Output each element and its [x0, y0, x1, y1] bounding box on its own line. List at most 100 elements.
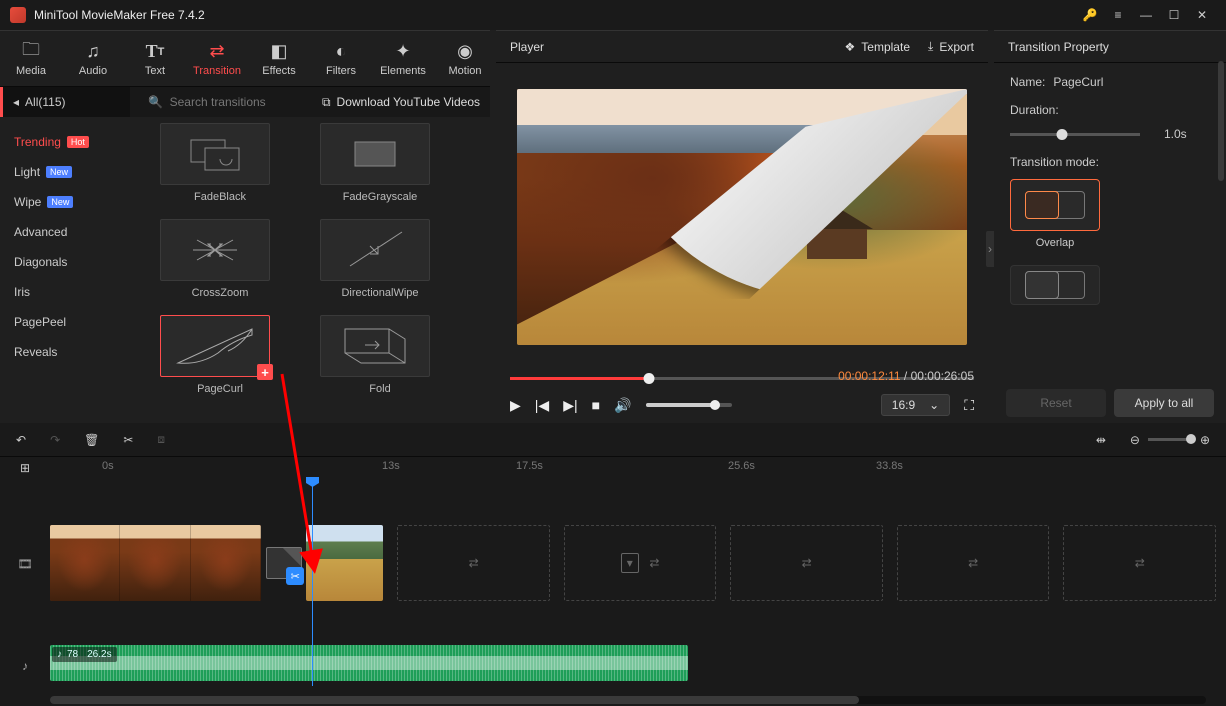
drop-slot-1[interactable]: ⇄ — [397, 525, 550, 601]
transition-fadeblack[interactable]: FadeBlack — [160, 123, 280, 203]
download-icon: ⧉ — [322, 95, 331, 110]
prev-frame-button[interactable]: |◀ — [535, 397, 549, 414]
fadegrayscale-icon — [345, 134, 405, 174]
category-light[interactable]: LightNew — [0, 157, 130, 187]
titlebar: MiniTool MovieMaker Free 7.4.2 🔑 ≡ — ☐ ✕ — [0, 0, 1226, 30]
add-transition-icon[interactable]: + — [257, 364, 273, 380]
template-button[interactable]: ❖Template — [845, 40, 910, 54]
search-input[interactable]: 🔍 Search transitions — [130, 95, 322, 109]
text-icon: TT — [124, 41, 186, 63]
video-clip-1[interactable] — [50, 525, 261, 601]
audio-clip[interactable]: ♪ 78 26.2s — [50, 645, 688, 681]
directionalwipe-icon — [340, 228, 410, 272]
zoom-controls: ⊖ ⊕ — [1130, 433, 1210, 447]
split-badge-icon[interactable]: ✂ — [286, 567, 304, 585]
zoom-slider[interactable] — [1148, 438, 1192, 441]
timeline-scrollbar[interactable] — [50, 696, 1206, 704]
zoom-out-button[interactable]: ⊖ — [1130, 433, 1140, 447]
prop-duration-row: Duration: 1.0s — [1010, 103, 1210, 141]
audio-track-icon: ♪ — [0, 651, 50, 681]
volume-slider[interactable] — [646, 403, 732, 407]
undo-button[interactable]: ↶ — [16, 433, 26, 447]
time-ruler[interactable]: 0s 13s 17.5s 25.6s 33.8s — [100, 457, 1226, 479]
tab-media[interactable]: 🗀Media — [0, 41, 62, 77]
tab-elements[interactable]: ✦Elements — [372, 41, 434, 77]
prop-mode-row: Transition mode: Overlap — [1010, 155, 1210, 305]
aspect-ratio-select[interactable]: 16:9⌄ — [881, 394, 950, 416]
mode-overlap[interactable] — [1010, 179, 1100, 231]
drop-slot-3[interactable]: ⇄ — [730, 525, 883, 601]
volume-icon[interactable]: 🔊 — [614, 397, 631, 414]
category-advanced[interactable]: Advanced — [0, 217, 130, 247]
main-area: 🗀Media ♫Audio TTText ⇄Transition ◧Effect… — [0, 30, 1226, 423]
category-reveals[interactable]: Reveals — [0, 337, 130, 367]
fadeblack-icon — [185, 134, 245, 174]
drop-slot-4[interactable]: ⇄ — [897, 525, 1050, 601]
category-pagepeel[interactable]: PagePeel — [0, 307, 130, 337]
seek-bar[interactable]: 00:00:12:11 / 00:00:26:05 — [510, 369, 974, 387]
template-icon: ❖ — [845, 40, 856, 54]
split-button[interactable]: ✂ — [123, 433, 133, 447]
transition-fadegrayscale[interactable]: FadeGrayscale — [320, 123, 440, 203]
download-videos-link[interactable]: ⧉Download YouTube Videos — [322, 95, 480, 110]
export-icon: ⤓ — [928, 39, 933, 54]
duration-slider[interactable] — [1010, 128, 1140, 140]
audio-track[interactable]: ♪ 78 26.2s — [50, 645, 1216, 685]
reset-button[interactable]: Reset — [1006, 389, 1106, 417]
preview-canvas[interactable] — [517, 89, 967, 345]
mode-alt[interactable] — [1010, 265, 1100, 305]
drop-slot-5[interactable]: ⇄ — [1063, 525, 1216, 601]
crop-button[interactable]: ⧈ — [157, 432, 165, 447]
menu-icon[interactable]: ≡ — [1104, 1, 1132, 29]
drop-slot-2[interactable]: ▾ ⇄ — [564, 525, 717, 601]
close-icon[interactable]: ✕ — [1188, 1, 1216, 29]
transition-slot[interactable]: ✂ — [261, 547, 306, 579]
transition-fold[interactable]: Fold — [320, 315, 440, 395]
add-track-button[interactable]: ⊞ — [0, 457, 50, 479]
video-track[interactable]: ✂ ⇄ ▾ ⇄ ⇄ ⇄ ⇄ — [50, 523, 1216, 603]
maximize-icon[interactable]: ☐ — [1160, 1, 1188, 29]
category-trending[interactable]: TrendingHot — [0, 127, 130, 157]
stop-button[interactable]: ■ — [592, 397, 600, 413]
delete-button[interactable]: 🗑 — [84, 433, 99, 447]
tab-motion[interactable]: ◉Motion — [434, 41, 496, 77]
properties-title: Transition Property — [994, 31, 1226, 63]
category-diagonals[interactable]: Diagonals — [0, 247, 130, 277]
tab-effects[interactable]: ◧Effects — [248, 41, 310, 77]
redo-button[interactable]: ↷ — [50, 433, 60, 447]
tab-text[interactable]: TTText — [124, 41, 186, 77]
video-clip-2[interactable] — [306, 525, 383, 601]
category-wipe[interactable]: WipeNew — [0, 187, 130, 217]
tab-transition[interactable]: ⇄Transition — [186, 41, 248, 77]
music-note-icon: ♪ — [57, 649, 62, 660]
tab-audio[interactable]: ♫Audio — [62, 41, 124, 77]
collapse-panel-button[interactable]: › — [986, 231, 994, 267]
transition-pagecurl[interactable]: + PageCurl — [160, 315, 280, 395]
effects-icon: ◧ — [248, 41, 310, 63]
apply-all-button[interactable]: Apply to all — [1114, 389, 1214, 417]
transition-directionalwipe[interactable]: DirectionalWipe — [320, 219, 440, 299]
license-key-icon[interactable]: 🔑 — [1076, 1, 1104, 29]
fit-timeline-button[interactable]: ⇹ — [1096, 433, 1106, 447]
transition-grid: FadeBlack FadeGrayscale CrossZoom Direct… — [130, 117, 490, 423]
library-subheader: ◂ All(115) 🔍 Search transitions ⧉Downloa… — [0, 87, 490, 117]
play-button[interactable]: ▶ — [510, 397, 521, 414]
library-panel: 🗀Media ♫Audio TTText ⇄Transition ◧Effect… — [0, 30, 490, 423]
timeline-toolbar: ↶ ↷ 🗑 ✂ ⧈ ⇹ ⊖ ⊕ — [0, 423, 1226, 457]
filter-all-button[interactable]: ◂ All(115) — [0, 87, 130, 117]
preview-area — [496, 63, 988, 365]
minimize-icon[interactable]: — — [1132, 1, 1160, 29]
app-logo — [10, 7, 26, 23]
fullscreen-button[interactable]: ⛶ — [964, 397, 974, 414]
player-header: Player ❖Template ⤓Export — [496, 31, 988, 63]
export-button[interactable]: ⤓Export — [928, 39, 974, 54]
category-list: TrendingHot LightNew WipeNew Advanced Di… — [0, 117, 130, 423]
next-frame-button[interactable]: ▶| — [563, 397, 577, 414]
category-iris[interactable]: Iris — [0, 277, 130, 307]
properties-buttons: Reset Apply to all — [1006, 389, 1214, 417]
duration-value: 1.0s — [1164, 127, 1187, 141]
playhead[interactable] — [312, 479, 313, 686]
tab-filters[interactable]: ◐Filters — [310, 41, 372, 77]
transition-crosszoom[interactable]: CrossZoom — [160, 219, 280, 299]
zoom-in-button[interactable]: ⊕ — [1200, 433, 1210, 447]
